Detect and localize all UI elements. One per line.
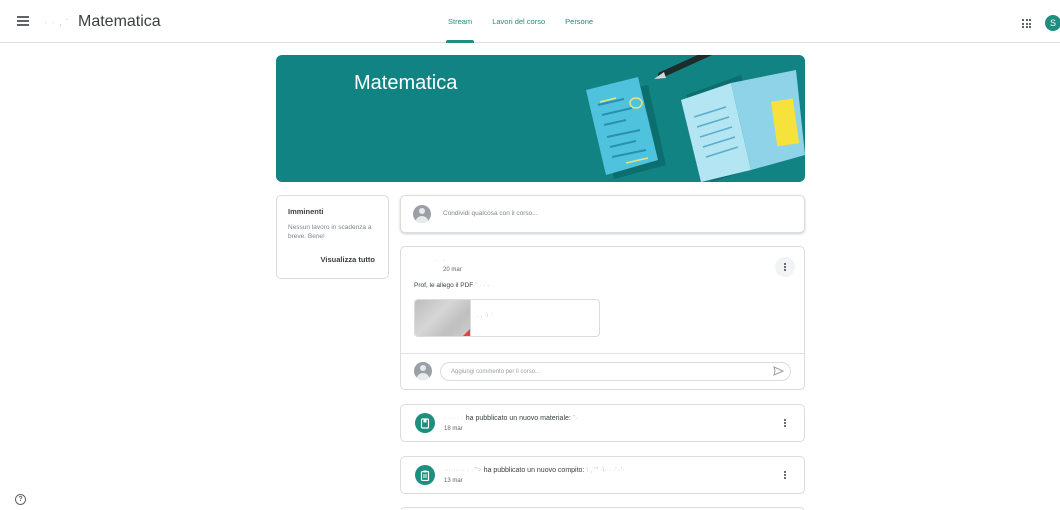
activity-date: 13 mar (444, 478, 463, 484)
activity-title: · ··· · · ha pubblicato un nuovo materia… (444, 415, 578, 422)
send-icon[interactable] (773, 366, 784, 376)
post-more-options-button[interactable] (775, 257, 795, 277)
tab-bar: Stream Lavori del corso Persone (440, 0, 605, 43)
post-text-redacted: '' · · - (473, 282, 490, 289)
more-vert-icon (784, 418, 786, 428)
activity-action-text: ha pubblicato un nuovo compito: (481, 467, 587, 474)
course-banner: Matematica (276, 55, 805, 182)
class-comment-input[interactable]: Aggiungi commento per il corso... (440, 362, 791, 381)
more-vert-icon (784, 262, 786, 272)
hamburger-menu-icon[interactable] (17, 16, 29, 26)
course-title[interactable]: Matematica (78, 13, 161, 31)
activity-title: ········· · ·'''> ha pubblicato un nuovo… (444, 467, 625, 474)
share-placeholder: Condividi qualcosa con il corso... (443, 210, 538, 217)
pdf-thumbnail (415, 300, 471, 336)
material-book-icon (415, 413, 435, 433)
share-with-class-box[interactable]: Condividi qualcosa con il corso... (400, 195, 805, 233)
help-icon[interactable]: ? (15, 494, 26, 505)
pdf-attachment[interactable]: . , ·\ ·' (414, 299, 600, 337)
post-divider (401, 353, 804, 354)
assignment-name-redacted: \ , ''' ·\· · ·' ·'· (586, 467, 625, 474)
author-name-redacted: ········· · ·'''> (444, 467, 482, 474)
author-name-redacted: · ··· · · (444, 415, 464, 422)
top-app-bar: · · , ' Matematica Stream Lavori del cor… (0, 0, 1060, 43)
tab-classwork[interactable]: Lavori del corso (484, 0, 553, 43)
activity-material[interactable]: · ··· · · ha pubblicato un nuovo materia… (400, 404, 805, 442)
tab-people[interactable]: Persone (557, 0, 601, 43)
banner-title: Matematica (354, 72, 458, 94)
upcoming-card: Imminenti Nessun lavoro in scadenza a br… (276, 195, 389, 279)
activity-action-text: ha pubblicato un nuovo materiale: (463, 415, 573, 422)
user-avatar-icon (413, 205, 431, 223)
tab-stream[interactable]: Stream (440, 0, 480, 43)
more-vert-icon (784, 470, 786, 480)
view-all-link[interactable]: Visualizza tutto (321, 255, 375, 264)
post-text: Prof, le allego il PDF '' · · - (414, 282, 489, 289)
activity-more-options-button[interactable] (775, 465, 795, 485)
activity-date: 18 mar (444, 426, 463, 432)
activity-assignment[interactable]: ········· · ·'''> ha pubblicato un nuovo… (400, 456, 805, 494)
upcoming-title: Imminenti (288, 207, 324, 216)
commenter-avatar-icon (414, 362, 432, 380)
upcoming-empty-text: Nessun lavoro in scadenza a breve. Bene! (288, 224, 372, 240)
attachment-name: . , ·\ ·' (477, 312, 494, 319)
banner-illustration (586, 55, 805, 182)
stream-post: · · - 20 mar Prof, le allego il PDF '' ·… (400, 246, 805, 390)
post-date: 20 mar (443, 267, 462, 273)
activity-more-options-button[interactable] (775, 413, 795, 433)
post-author: · · - (435, 257, 446, 264)
assignment-clipboard-icon (415, 465, 435, 485)
account-avatar[interactable]: S (1045, 15, 1060, 31)
material-name-redacted: ''· (572, 415, 578, 422)
apps-grid-icon[interactable] (1022, 19, 1031, 28)
course-section-label: · · , ' (44, 17, 69, 27)
post-text-body: Prof, le allego il PDF (414, 282, 474, 289)
